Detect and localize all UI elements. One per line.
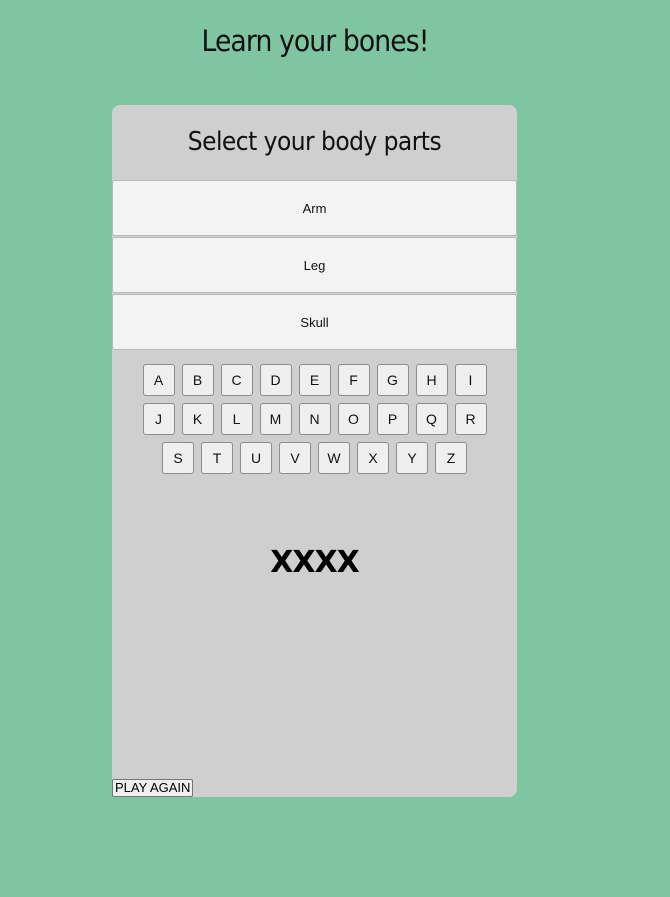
letter-button-t[interactable]: T [201,442,233,474]
letter-button-p[interactable]: P [376,403,409,435]
letter-button-c[interactable]: C [220,364,253,396]
letter-button-g[interactable]: G [376,364,409,396]
letter-button-x[interactable]: X [357,442,389,474]
letter-button-a[interactable]: A [142,364,175,396]
letter-button-r[interactable]: R [454,403,487,435]
letter-button-v[interactable]: V [279,442,311,474]
body-part-button-leg[interactable]: Leg [112,237,517,293]
letter-row-3: S T U V W X Y Z [112,442,517,474]
page-title: Learn your bones! [201,24,429,58]
letter-button-e[interactable]: E [298,364,331,396]
letter-row-1: A B C D E F G H I [112,364,517,396]
letter-button-i[interactable]: I [454,364,487,396]
letter-button-l[interactable]: L [220,403,253,435]
panel-title: Select your body parts [187,127,442,157]
letter-button-z[interactable]: Z [435,442,467,474]
letter-button-y[interactable]: Y [396,442,428,474]
letter-row-2: J K L M N O P Q R [112,403,517,435]
letter-button-m[interactable]: M [259,403,292,435]
letter-button-h[interactable]: H [415,364,448,396]
hidden-word-display: XXXX [270,545,360,580]
letter-button-q[interactable]: Q [415,403,448,435]
letter-button-d[interactable]: D [259,364,292,396]
letter-button-b[interactable]: B [181,364,214,396]
play-again-button[interactable]: PLAY AGAIN [112,779,194,797]
letter-button-o[interactable]: O [337,403,370,435]
letter-button-f[interactable]: F [337,364,370,396]
letter-button-u[interactable]: U [240,442,272,474]
body-part-button-arm[interactable]: Arm [112,180,517,236]
letter-button-j[interactable]: J [142,403,175,435]
letter-button-w[interactable]: W [318,442,350,474]
body-part-button-skull[interactable]: Skull [112,294,517,350]
letter-button-n[interactable]: N [298,403,331,435]
letter-button-s[interactable]: S [162,442,194,474]
game-panel: Select your body parts Arm Leg Skull A B… [112,105,517,797]
letter-button-k[interactable]: K [181,403,214,435]
